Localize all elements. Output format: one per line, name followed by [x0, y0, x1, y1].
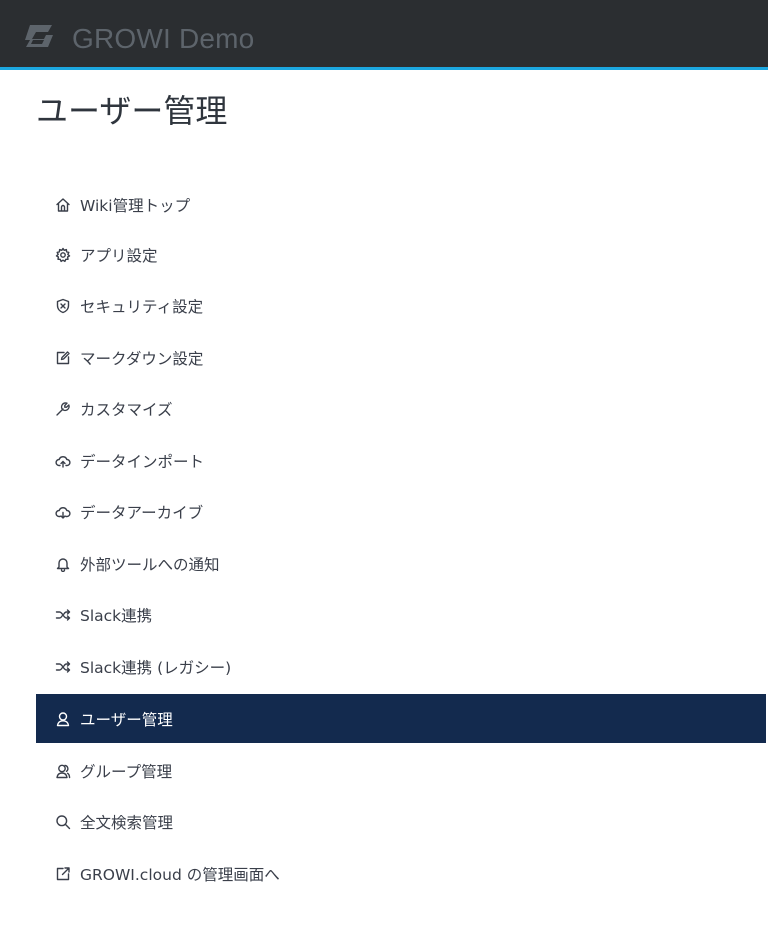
wrench-icon: [54, 400, 72, 418]
home-icon: [54, 196, 72, 214]
bell-icon: [54, 555, 72, 573]
menu-item-customize[interactable]: カスタマイズ: [36, 384, 766, 433]
cloud-upload-icon: [54, 452, 72, 470]
top-navbar: GROWI Demo: [0, 0, 768, 70]
menu-item-label: マークダウン設定: [80, 349, 204, 368]
menu-item-label: 全文検索管理: [80, 813, 174, 832]
menu-item-label: Wiki管理トップ: [80, 196, 191, 215]
menu-item-slack-integration[interactable]: Slack連携: [36, 590, 766, 639]
menu-item-label: カスタマイズ: [80, 400, 173, 419]
menu-item-label: ユーザー管理: [80, 710, 173, 729]
menu-item-label: 外部ツールへの通知: [80, 555, 220, 574]
page-title: ユーザー管理: [36, 92, 228, 130]
menu-item-wiki-admin-top[interactable]: Wiki管理トップ: [36, 180, 766, 229]
menu-item-label: グループ管理: [80, 762, 173, 781]
menu-item-search-management[interactable]: 全文検索管理: [36, 797, 766, 846]
growi-logo-icon[interactable]: [22, 23, 56, 49]
menu-item-app-settings[interactable]: アプリ設定: [36, 230, 766, 279]
user-icon: [54, 710, 72, 728]
cloud-download-icon: [54, 503, 72, 521]
menu-item-label: Slack連携 (レガシー): [80, 658, 232, 677]
menu-item-user-management[interactable]: ユーザー管理: [36, 694, 766, 743]
gear-icon: [54, 246, 72, 264]
menu-item-data-import[interactable]: データインポート: [36, 436, 766, 485]
menu-item-growi-cloud[interactable]: GROWI.cloud の管理画面へ: [36, 849, 766, 898]
menu-item-label: セキュリティ設定: [80, 297, 204, 316]
search-icon: [54, 813, 72, 831]
shuffle-icon: [54, 658, 72, 676]
menu-item-group-management[interactable]: グループ管理: [36, 746, 766, 795]
shield-icon: [54, 297, 72, 315]
menu-item-label: データアーカイブ: [80, 503, 204, 522]
menu-item-markdown-settings[interactable]: マークダウン設定: [36, 333, 766, 382]
menu-item-label: アプリ設定: [80, 246, 158, 265]
menu-item-external-notification[interactable]: 外部ツールへの通知: [36, 539, 766, 588]
users-icon: [54, 762, 72, 780]
menu-item-data-archive[interactable]: データアーカイブ: [36, 487, 766, 536]
shuffle-icon: [54, 606, 72, 624]
edit-icon: [54, 349, 72, 367]
external-link-icon: [54, 865, 72, 883]
menu-item-label: データインポート: [80, 452, 205, 471]
menu-item-slack-integration-legacy[interactable]: Slack連携 (レガシー): [36, 642, 766, 691]
brand-name[interactable]: GROWI Demo: [72, 22, 254, 56]
menu-item-label: GROWI.cloud の管理画面へ: [80, 865, 280, 884]
menu-item-security-settings[interactable]: セキュリティ設定: [36, 281, 766, 330]
menu-item-label: Slack連携: [80, 606, 153, 625]
